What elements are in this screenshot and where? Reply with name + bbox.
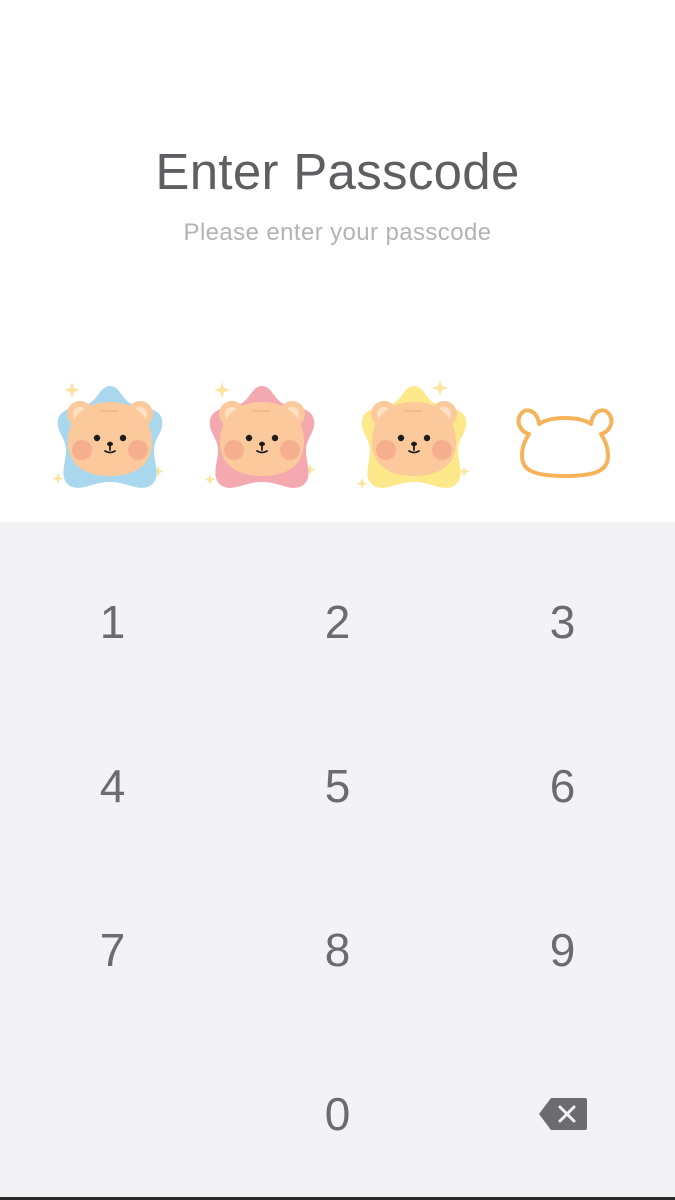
key-5[interactable]: 5 — [225, 704, 450, 868]
passcode-indicator — [0, 378, 675, 498]
key-3[interactable]: 3 — [450, 540, 675, 704]
key-label: 9 — [549, 924, 576, 976]
bear-blue-star-icon — [52, 382, 164, 488]
passcode-slot-filled — [202, 378, 322, 498]
passcode-header: Enter Passcode Please enter your passcod… — [0, 0, 675, 522]
key-label: 0 — [324, 1088, 351, 1140]
key-7[interactable]: 7 — [0, 868, 225, 1032]
bear-yellow-star-icon — [356, 380, 470, 489]
passcode-slot-empty — [505, 378, 625, 498]
key-1[interactable]: 1 — [0, 540, 225, 704]
backspace-icon — [538, 1098, 587, 1130]
key-label: 6 — [549, 760, 576, 812]
numeric-keypad: 1 2 3 4 5 6 7 8 9 0 — [0, 522, 675, 1200]
passcode-screen: Enter Passcode Please enter your passcod… — [0, 0, 675, 1200]
page-title: Enter Passcode — [155, 143, 520, 200]
page-subtitle: Please enter your passcode — [183, 219, 492, 246]
key-8[interactable]: 8 — [225, 868, 450, 1032]
key-label: 2 — [324, 596, 351, 648]
key-label: 4 — [99, 760, 126, 812]
key-label: 5 — [324, 760, 351, 812]
key-6[interactable]: 6 — [450, 704, 675, 868]
key-label: 7 — [99, 924, 126, 976]
key-empty — [0, 1032, 225, 1196]
key-label: 1 — [99, 596, 126, 648]
bear-pink-star-icon — [204, 382, 316, 488]
key-0[interactable]: 0 — [225, 1032, 450, 1196]
key-9[interactable]: 9 — [450, 868, 675, 1032]
bear-outline-icon — [516, 408, 614, 478]
key-label: 8 — [324, 924, 351, 976]
key-2[interactable]: 2 — [225, 540, 450, 704]
backspace-button[interactable] — [450, 1032, 675, 1196]
key-4[interactable]: 4 — [0, 704, 225, 868]
passcode-slot-filled — [354, 378, 474, 498]
passcode-slot-filled — [50, 378, 170, 498]
key-label: 3 — [549, 596, 576, 648]
